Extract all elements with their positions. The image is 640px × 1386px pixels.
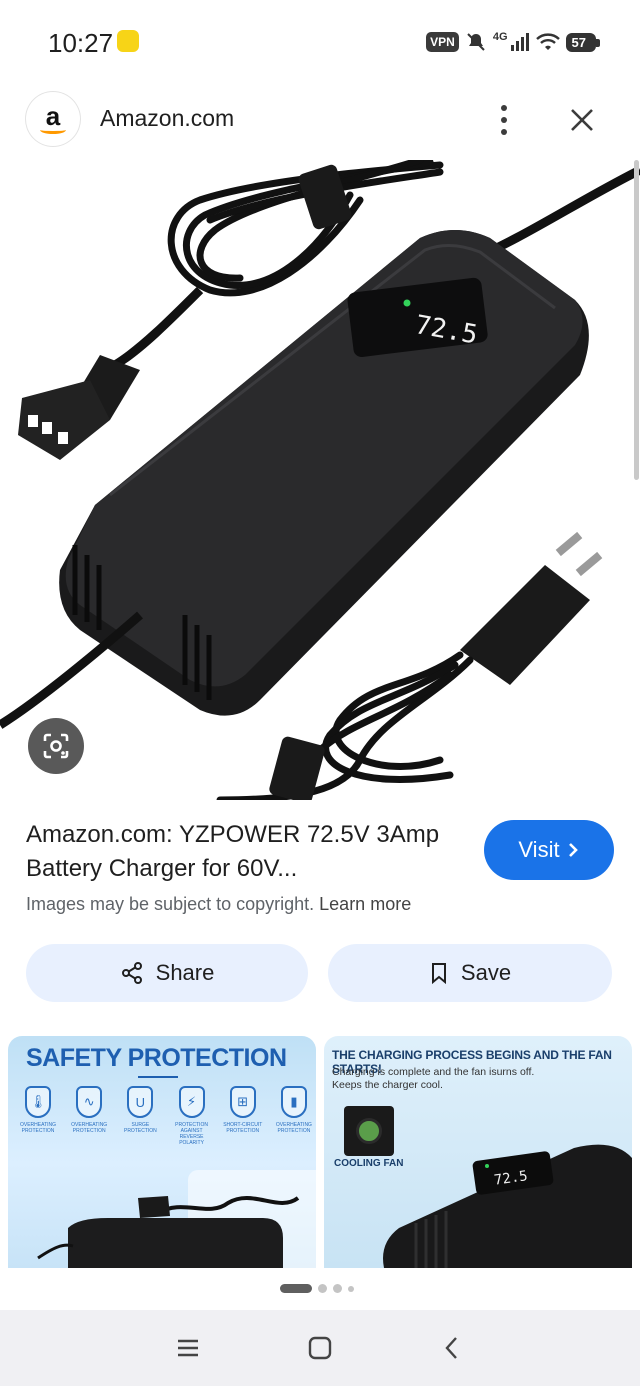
more-dot xyxy=(501,105,507,111)
status-time: 10:27 xyxy=(48,28,114,58)
pager-dot-active[interactable] xyxy=(280,1284,312,1293)
close-icon[interactable] xyxy=(562,100,602,140)
pager-dot[interactable] xyxy=(333,1284,342,1293)
visit-label: Visit xyxy=(518,837,560,862)
lens-icon xyxy=(43,733,69,759)
result-title[interactable]: Amazon.com: YZPOWER 72.5V 3Amp Battery C… xyxy=(26,818,466,886)
charger-thumbnail xyxy=(37,1170,316,1268)
charger-closeup: 72.5 xyxy=(383,1144,632,1268)
pager-dot[interactable] xyxy=(348,1285,354,1292)
save-button[interactable]: Save xyxy=(328,944,612,1002)
related-image-card[interactable]: SAFETY PROTECTION 🌡 OVERHEATING PROTECTI… xyxy=(8,1036,316,1268)
battery-charger-illustration: 72.5 xyxy=(0,160,640,800)
home-icon xyxy=(308,1336,332,1360)
card-subtitle: Charging is complete and the fan isurns … xyxy=(332,1066,534,1092)
wifi-icon xyxy=(535,33,560,50)
chevron-right-icon xyxy=(568,843,578,857)
output-cable xyxy=(112,286,204,369)
protection-label: OVERHEATING PROTECTION xyxy=(275,1122,312,1134)
protection-item: 🌡 OVERHEATING PROTECTION xyxy=(16,1086,60,1146)
notification-app-icon xyxy=(117,30,139,52)
protection-item: ▮ OVERHEATING PROTECTION xyxy=(272,1086,316,1146)
network-type: 4G xyxy=(492,31,508,43)
system-nav-bar xyxy=(0,1310,640,1386)
copyright-notice: Images may be subject to copyright. Lear… xyxy=(26,894,411,915)
title-underline xyxy=(138,1076,178,1078)
more-dot xyxy=(501,117,507,123)
share-button[interactable]: Share xyxy=(26,944,308,1002)
protection-label: PROTECTION AGAINST REVERSE POLARITY xyxy=(175,1122,208,1146)
wave-shield-icon: ∿ xyxy=(76,1086,103,1118)
protection-item: ⊞ SHORT-CIRCUIT PROTECTION xyxy=(221,1086,265,1146)
bookmark-icon xyxy=(431,963,446,985)
recent-apps-icon xyxy=(178,1339,198,1357)
protection-label: OVERHEATING PROTECTION xyxy=(71,1122,108,1134)
google-lens-button[interactable] xyxy=(28,718,84,774)
protection-label: SURGE PROTECTION xyxy=(123,1122,157,1134)
vpn-icon: VPN xyxy=(426,32,459,52)
ac-plug xyxy=(460,531,603,685)
logo-smile xyxy=(40,126,66,134)
mute-icon xyxy=(467,33,485,51)
home-button[interactable] xyxy=(300,1330,340,1366)
battery-icon: 57 xyxy=(565,32,601,52)
scrollbar[interactable] xyxy=(634,160,639,480)
more-options-button[interactable] xyxy=(484,98,524,142)
protection-label: SHORT-CIRCUIT PROTECTION xyxy=(223,1122,263,1134)
learn-more-link[interactable]: Learn more xyxy=(319,894,411,914)
visit-button[interactable]: Visit xyxy=(484,820,614,880)
copyright-text: Images may be subject to copyright. xyxy=(26,894,315,914)
thermometer-shield-icon: 🌡 xyxy=(25,1086,51,1118)
battery-shield-icon: ▮ xyxy=(280,1086,307,1118)
protection-label: OVERHEATING PROTECTION xyxy=(19,1122,57,1134)
amazon-logo-icon[interactable]: a xyxy=(26,92,80,146)
screen: 10:27 VPN 4G 57 a Amazon.com 72.5 Amazon… xyxy=(0,0,640,1386)
protection-item: ⚡ PROTECTION AGAINST REVERSE POLARITY xyxy=(170,1086,214,1146)
source-site-name[interactable]: Amazon.com xyxy=(100,105,234,132)
more-dot xyxy=(501,129,507,135)
recent-apps-button[interactable] xyxy=(168,1330,208,1366)
status-icons: VPN 4G 57 xyxy=(426,28,601,56)
protection-item: U SURGE PROTECTION xyxy=(118,1086,162,1146)
charger-output-cable xyxy=(0,611,143,729)
card-subtitle-line: Keeps the charger cool. xyxy=(332,1079,443,1091)
surge-shield-icon: U xyxy=(127,1086,154,1118)
related-image-card[interactable]: THE CHARGING PROCESS BEGINS AND THE FAN … xyxy=(324,1036,632,1268)
status-bar: 10:27 VPN 4G 57 xyxy=(0,0,640,80)
back-icon xyxy=(445,1337,457,1359)
share-label: Share xyxy=(155,960,215,985)
source-header: a Amazon.com xyxy=(0,80,640,160)
card-subtitle-line: Charging is complete and the fan isurns … xyxy=(332,1066,535,1078)
carousel-pager xyxy=(280,1284,354,1293)
signal-icon xyxy=(510,33,529,51)
share-icon xyxy=(121,962,142,984)
product-image[interactable]: 72.5 xyxy=(0,160,640,800)
circuit-shield-icon: ⊞ xyxy=(229,1086,256,1118)
save-label: Save xyxy=(460,960,512,985)
protection-item: ∿ OVERHEATING PROTECTION xyxy=(67,1086,111,1146)
output-connector xyxy=(18,355,140,460)
pager-dot[interactable] xyxy=(318,1284,327,1293)
back-button[interactable] xyxy=(432,1330,472,1366)
bolt-shield-icon: ⚡ xyxy=(178,1086,205,1118)
protection-icons-row: 🌡 OVERHEATING PROTECTION ∿ OVERHEATING P… xyxy=(16,1086,316,1146)
card-title: SAFETY PROTECTION xyxy=(26,1044,287,1072)
